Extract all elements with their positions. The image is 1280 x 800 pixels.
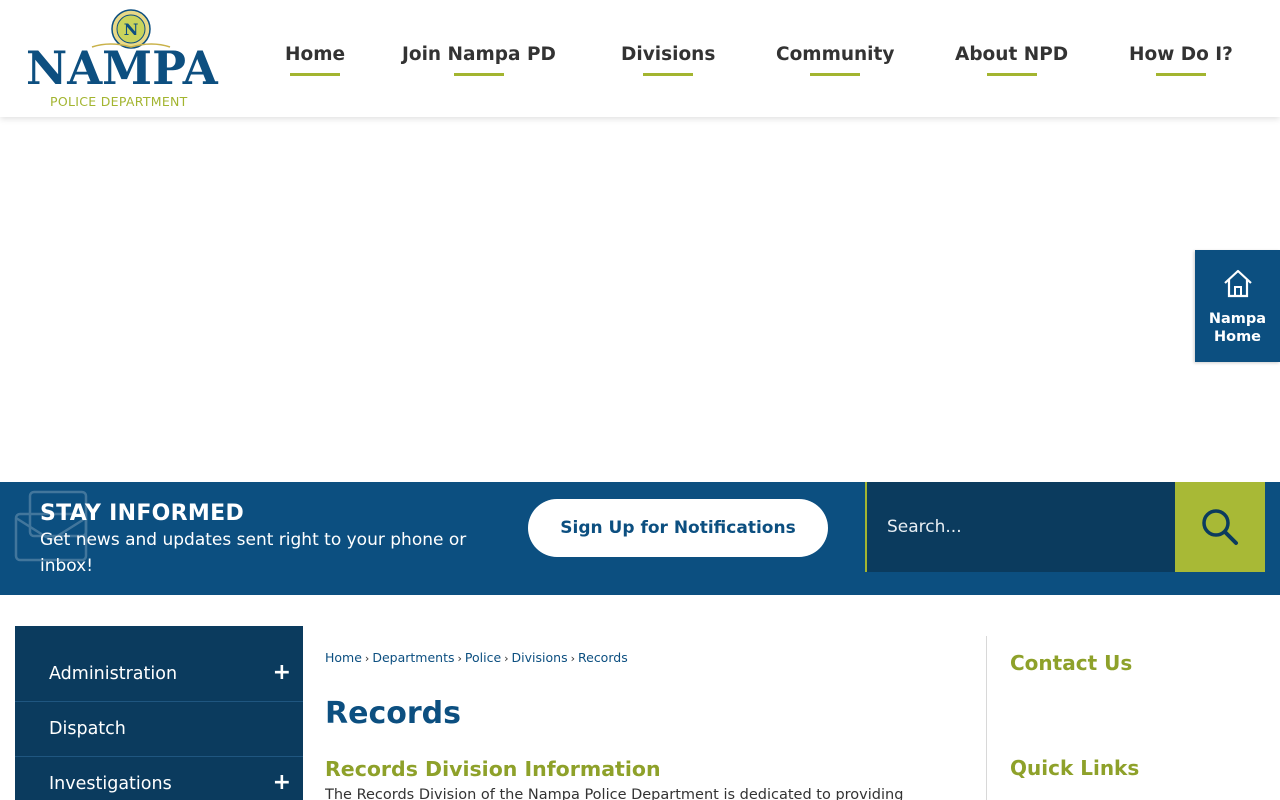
nav-underline [810, 73, 861, 76]
sidenav-item-label: Dispatch [49, 719, 126, 739]
search-input[interactable] [865, 482, 1175, 572]
logo-wordmark: NAMPA [26, 41, 218, 95]
nav-home[interactable]: Home [285, 44, 345, 76]
stay-informed-title: STAY INFORMED [40, 501, 245, 526]
nav-underline [1155, 73, 1206, 76]
expand-plus-icon[interactable]: + [273, 660, 291, 685]
nav-underline [453, 73, 504, 76]
breadcrumb-police[interactable]: Police [465, 650, 501, 665]
breadcrumb-records[interactable]: Records [578, 650, 628, 665]
contact-us-heading: Contact Us [1010, 651, 1133, 675]
site-header: N NAMPA POLICE DEPARTMENT Home Join Namp… [0, 0, 1280, 117]
house-icon [1223, 269, 1252, 298]
sidenav-item-label: Administration [49, 664, 178, 684]
sidenav-item-dispatch[interactable]: Dispatch [15, 702, 303, 757]
nav-underline [643, 73, 694, 76]
intro-paragraph: The Records Division of the Nampa Police… [325, 787, 904, 800]
logo-seal-letter: N [124, 20, 139, 39]
expand-plus-icon[interactable]: + [273, 770, 291, 795]
nav-home-label: Home [285, 44, 346, 65]
sidenav-item-administration[interactable]: Administration + [15, 647, 303, 702]
nav-underline [290, 73, 341, 76]
site-search [865, 482, 1280, 572]
sidenav-item-investigations[interactable]: Investigations + [15, 757, 303, 800]
nampa-home-tab[interactable]: Nampa Home [1195, 250, 1280, 362]
breadcrumb: Home › Departments › Police › Divisions › Record… [325, 650, 628, 665]
nav-community-label: Community [776, 44, 895, 65]
nav-divisions[interactable]: Divisions [621, 44, 715, 76]
nampa-police-logo[interactable]: N NAMPA POLICE DEPARTMENT [24, 6, 238, 110]
division-sidenav: Administration + Dispatch Investigations… [15, 626, 303, 800]
nav-join-label: Join Nampa PD [402, 44, 556, 65]
breadcrumb-divisions[interactable]: Divisions [512, 650, 568, 665]
section-title: Records Division Information [325, 757, 661, 781]
sidenav-item-label: Investigations [49, 774, 172, 794]
breadcrumb-separator: › [457, 652, 462, 665]
nav-underline [986, 73, 1037, 76]
sign-up-notifications-button[interactable]: Sign Up for Notifications [528, 499, 828, 557]
search-icon [1202, 509, 1238, 545]
nav-join-nampa-pd[interactable]: Join Nampa PD [402, 44, 556, 76]
nav-how-do-i[interactable]: How Do I? [1129, 44, 1233, 76]
breadcrumb-separator: › [504, 652, 509, 665]
quick-links-heading: Quick Links [1010, 756, 1140, 780]
breadcrumb-departments[interactable]: Departments [372, 650, 454, 665]
nav-about-npd[interactable]: About NPD [955, 44, 1068, 76]
nav-about-label: About NPD [955, 44, 1069, 65]
breadcrumb-home[interactable]: Home [325, 650, 362, 665]
nav-how-label: How Do I? [1129, 44, 1233, 65]
breadcrumb-separator: › [570, 652, 575, 665]
home-tab-line2: Home [1213, 329, 1262, 345]
home-tab-label: Nampa Home [1195, 310, 1280, 346]
search-button[interactable] [1175, 482, 1265, 572]
logo-subtitle: POLICE DEPARTMENT [50, 94, 188, 109]
breadcrumb-separator: › [364, 652, 370, 665]
nav-divisions-label: Divisions [621, 44, 716, 65]
column-divider [986, 636, 987, 800]
home-tab-line1: Nampa [1208, 311, 1267, 327]
page-title: Records [325, 696, 461, 731]
stay-informed-banner: STAY INFORMED Get news and updates sent … [0, 482, 1280, 595]
nav-community[interactable]: Community [776, 44, 894, 76]
stay-informed-text: Get news and updates sent right to your … [40, 530, 467, 576]
